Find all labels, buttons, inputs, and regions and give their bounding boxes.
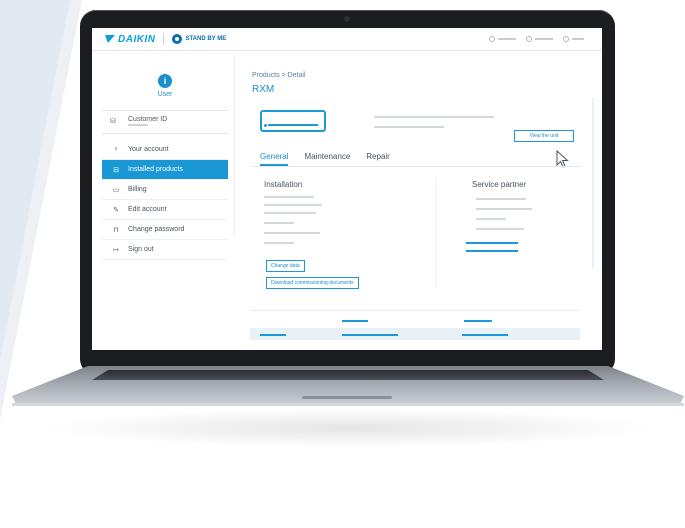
- info-icon: i: [158, 74, 172, 88]
- header-link-1[interactable]: [489, 36, 516, 42]
- column-divider: [436, 178, 437, 288]
- signout-icon: ↦: [113, 246, 119, 254]
- table-cell-marker: [342, 334, 398, 336]
- service-partner-link[interactable]: [466, 250, 518, 252]
- installation-line: [264, 232, 320, 234]
- user-icon: ♀: [113, 146, 119, 153]
- air-conditioner-icon: [260, 110, 326, 132]
- daikin-logo-icon: [102, 35, 116, 43]
- product-logo-icon: [172, 34, 183, 44]
- service-partner-line: [476, 208, 532, 210]
- globe-icon: [526, 36, 532, 42]
- table-row: [250, 328, 580, 340]
- view-unit-button[interactable]: View the unit: [514, 130, 574, 142]
- installation-line: [264, 222, 294, 224]
- product-logo: STAND BY ME: [172, 34, 226, 44]
- tab-general[interactable]: General: [260, 148, 289, 166]
- unit-detail-line: [374, 116, 494, 118]
- installation-line: [264, 204, 322, 206]
- laptop-shadow: [40, 408, 660, 448]
- card-icon: ▭: [112, 186, 120, 194]
- product-name: STAND BY ME: [185, 36, 227, 42]
- sidebar-item-label: Billing: [128, 186, 147, 193]
- sidebar-item-billing[interactable]: ▭ Billing: [102, 180, 228, 200]
- sidebar: i User ⛁ Customer ID ♀ Your account ⊟ In…: [102, 60, 228, 260]
- customer-id: ⛁ Customer ID: [102, 110, 228, 134]
- header-divider: [163, 33, 165, 45]
- camera-icon: [344, 16, 350, 22]
- header-link-2[interactable]: [526, 36, 553, 42]
- installation-line: [264, 212, 316, 214]
- sidebar-item-change-password[interactable]: ⊓ Change password: [102, 220, 228, 240]
- customer-id-value: [128, 124, 148, 126]
- laptop-base: [12, 366, 684, 406]
- sidebar-item-label: Edit account: [128, 206, 167, 213]
- detail-tabs: General Maintenance Repair: [252, 148, 582, 167]
- sidebar-nav: ♀ Your account ⊟ Installed products ▭ Bi…: [102, 140, 228, 260]
- table-divider: [250, 310, 580, 311]
- customer-id-label: Customer ID: [128, 116, 168, 123]
- user-icon: [563, 36, 569, 42]
- service-partner-title: Service partner: [472, 180, 527, 189]
- page-title: RXM: [252, 84, 275, 95]
- table-column-marker: [342, 320, 368, 322]
- header-link-3[interactable]: [563, 36, 584, 42]
- user-label: User: [157, 91, 173, 98]
- brand-name: DAIKIN: [118, 33, 156, 45]
- service-partner-line: [476, 218, 506, 220]
- app-header: DAIKIN STAND BY ME: [92, 28, 602, 51]
- sidebar-item-label: Sign out: [128, 246, 154, 253]
- question-icon: [489, 36, 495, 42]
- change-data-button[interactable]: Change data: [266, 260, 305, 272]
- lock-icon: ⊓: [113, 226, 119, 234]
- sidebar-item-edit-account[interactable]: ✎ Edit account: [102, 200, 228, 220]
- sidebar-item-your-account[interactable]: ♀ Your account: [102, 140, 228, 160]
- sidebar-item-label: Installed products: [128, 166, 183, 173]
- sidebar-divider: [234, 56, 235, 236]
- download-documents-button[interactable]: Download commissioning documents: [266, 277, 359, 289]
- service-partner-link[interactable]: [466, 242, 518, 244]
- sidebar-item-label: Your account: [128, 146, 169, 153]
- sidebar-item-sign-out[interactable]: ↦ Sign out: [102, 240, 228, 260]
- table-cell-marker: [260, 334, 286, 336]
- service-partner-line: [476, 198, 526, 200]
- edit-icon: ✎: [113, 206, 119, 214]
- service-partner-line: [476, 228, 524, 230]
- product-icon: ⊟: [113, 166, 119, 174]
- brand-logo[interactable]: DAIKIN: [102, 33, 156, 45]
- unit-detail-line: [374, 126, 444, 128]
- tab-repair[interactable]: Repair: [366, 148, 390, 166]
- header-actions: [489, 36, 584, 42]
- installation-line: [264, 196, 314, 198]
- sidebar-item-label: Change password: [128, 226, 185, 233]
- app-screen: DAIKIN STAND BY ME i User ⛁ Customer ID …: [92, 28, 602, 350]
- scrollbar[interactable]: [592, 98, 594, 268]
- breadcrumb[interactable]: Products > Detail: [252, 72, 306, 79]
- sidebar-item-installed-products[interactable]: ⊟ Installed products: [102, 160, 228, 180]
- table-column-marker: [464, 320, 492, 322]
- id-icon: ⛁: [110, 118, 116, 125]
- table-cell-marker: [462, 334, 508, 336]
- installation-title: Installation: [264, 180, 303, 189]
- tab-maintenance[interactable]: Maintenance: [304, 148, 350, 166]
- installation-line: [264, 242, 294, 244]
